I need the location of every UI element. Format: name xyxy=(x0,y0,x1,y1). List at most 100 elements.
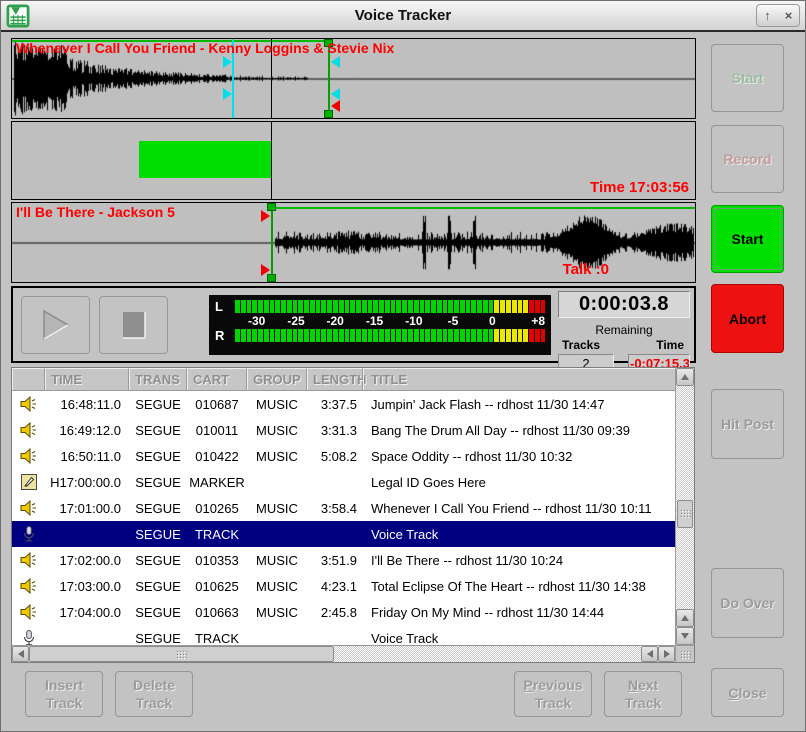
record-button[interactable]: Record xyxy=(711,125,784,193)
vscroll-handle[interactable] xyxy=(677,500,693,528)
start-marker-handle-icon[interactable] xyxy=(261,210,270,222)
col-group[interactable]: GROUP xyxy=(247,368,307,391)
row-title: Friday On My Mind -- rdhost 11/30 14:44 xyxy=(363,605,675,620)
col-time[interactable]: TIME xyxy=(45,368,129,391)
row-length: 4:23.1 xyxy=(307,579,363,594)
row-cart: 010663 xyxy=(187,605,247,620)
voicetrack-region[interactable] xyxy=(139,141,271,178)
segue-marker-handle-icon[interactable] xyxy=(223,88,232,100)
scroll-up-icon[interactable] xyxy=(676,368,694,386)
voicetrack-panel[interactable]: Time 17:03:56 xyxy=(11,121,696,200)
row-title: Total Eclipse Of The Heart -- rdhost 11/… xyxy=(363,579,675,594)
play-button[interactable] xyxy=(21,296,90,354)
remaining-tracks-label: Tracks xyxy=(562,338,600,352)
close-button[interactable]: Close xyxy=(711,668,784,717)
row-title: Whenever I Call You Friend -- rdhost 11/… xyxy=(363,501,675,516)
titlebar: Voice Tracker ↑ × xyxy=(1,1,805,32)
row-length: 5:08.2 xyxy=(307,449,363,464)
col-title[interactable]: TITLE xyxy=(363,368,675,391)
hscroll-handle[interactable] xyxy=(29,646,334,662)
shade-icon[interactable]: ↑ xyxy=(758,6,777,25)
segue-marker-handle-icon[interactable] xyxy=(223,56,232,68)
row-type-icon xyxy=(12,395,45,413)
row-group: MUSIC xyxy=(247,605,307,620)
row-time: 17:04:00.0 xyxy=(45,605,129,620)
log-row[interactable]: 17:02:00.0 SEGUE 010353 MUSIC 3:51.9 I'l… xyxy=(12,547,675,573)
log-row[interactable]: 17:01:00.0 SEGUE 010265 MUSIC 3:58.4 Whe… xyxy=(12,495,675,521)
previous-track-button[interactable]: PreviousTrack xyxy=(514,671,592,717)
log-row[interactable]: 16:48:11.0 SEGUE 010687 MUSIC 3:37.5 Jum… xyxy=(12,391,675,417)
row-type-icon xyxy=(12,499,45,517)
log-row[interactable]: H17:00:00.0 SEGUE MARKER Legal ID Goes H… xyxy=(12,469,675,495)
vscroll-track[interactable] xyxy=(676,386,694,609)
transport-section: L -30-25-20-15-10-50+8 R 0:00:03.8 Remai… xyxy=(11,286,696,363)
track3-waveform-panel[interactable]: I'll Be There - Jackson 5 Talk :0 xyxy=(11,202,696,283)
insert-track-button[interactable]: InsertTrack xyxy=(25,671,103,717)
log-row[interactable]: 17:04:00.0 SEGUE 010663 MUSIC 2:45.8 Fri… xyxy=(12,599,675,625)
track3-title: I'll Be There - Jackson 5 xyxy=(16,204,175,220)
col-trans[interactable]: TRANS xyxy=(129,368,187,391)
row-cart: 010687 xyxy=(187,397,247,412)
row-cart: 010265 xyxy=(187,501,247,516)
track1-title: Whenever I Call You Friend - Kenny Loggi… xyxy=(16,40,394,56)
scroll-left-icon[interactable] xyxy=(641,646,658,662)
log-row[interactable]: SEGUE TRACK Voice Track xyxy=(12,521,675,547)
track3-fade-line xyxy=(271,207,695,209)
end-marker-handle-icon[interactable] xyxy=(331,100,340,112)
row-group: MUSIC xyxy=(247,553,307,568)
row-type-icon xyxy=(12,473,45,491)
col-cart[interactable]: CART xyxy=(187,368,247,391)
start-track3-button[interactable]: Start xyxy=(711,205,784,273)
stop-icon xyxy=(120,310,148,340)
scroll-up-icon[interactable] xyxy=(676,609,694,627)
hscroll-track[interactable] xyxy=(334,646,641,662)
abort-button[interactable]: Abort xyxy=(711,284,784,353)
row-length: 2:45.8 xyxy=(307,605,363,620)
row-title: Space Oddity -- rdhost 11/30 10:32 xyxy=(363,449,675,464)
talk-time-label: Talk :0 xyxy=(563,261,609,278)
row-cart: 010625 xyxy=(187,579,247,594)
do-over-button[interactable]: Do Over xyxy=(711,568,784,638)
row-time: 16:48:11.0 xyxy=(45,397,129,412)
scroll-right-icon[interactable] xyxy=(658,646,675,662)
col-icon[interactable] xyxy=(12,368,45,391)
scroll-down-icon[interactable] xyxy=(676,627,694,645)
close-icon[interactable]: × xyxy=(779,6,798,25)
log-row[interactable]: SEGUE TRACK Voice Track xyxy=(12,625,675,645)
next-track-button[interactable]: NextTrack xyxy=(604,671,682,717)
vertical-scrollbar[interactable] xyxy=(675,368,694,645)
stop-button[interactable] xyxy=(99,296,168,354)
row-trans: SEGUE xyxy=(129,553,187,568)
delete-track-button[interactable]: DeleteTrack xyxy=(115,671,193,717)
hit-post-button[interactable]: Hit Post xyxy=(711,389,784,459)
log-table: TIME TRANS CART GROUP LENGTH TITLE 16:48… xyxy=(11,367,695,663)
row-trans: SEGUE xyxy=(129,397,187,412)
row-group: MUSIC xyxy=(247,579,307,594)
row-type-icon xyxy=(12,603,45,621)
col-length[interactable]: LENGTH xyxy=(307,368,363,391)
start-track1-button[interactable]: Start xyxy=(711,44,784,112)
row-type-icon xyxy=(12,577,45,595)
log-row[interactable]: 17:03:00.0 SEGUE 010625 MUSIC 4:23.1 Tot… xyxy=(12,573,675,599)
vu-meter: L -30-25-20-15-10-50+8 R xyxy=(209,295,551,355)
fade-marker-handle-icon[interactable] xyxy=(331,56,340,68)
log-row[interactable]: 16:49:12.0 SEGUE 010011 MUSIC 3:31.3 Ban… xyxy=(12,417,675,443)
row-cart: TRACK xyxy=(187,631,247,646)
row-type-icon xyxy=(12,629,45,645)
row-trans: SEGUE xyxy=(129,501,187,516)
fade-marker-handle-icon[interactable] xyxy=(331,88,340,100)
row-group: MUSIC xyxy=(247,501,307,516)
log-row[interactable]: 16:50:11.0 SEGUE 010422 MUSIC 5:08.2 Spa… xyxy=(12,443,675,469)
track3-start-marker-line[interactable] xyxy=(271,203,273,282)
meter-left-label: L xyxy=(215,299,231,314)
start-marker-handle-icon[interactable] xyxy=(261,264,270,276)
row-trans: SEGUE xyxy=(129,449,187,464)
row-title: Bang The Drum All Day -- rdhost 11/30 09… xyxy=(363,423,675,438)
scroll-left-icon[interactable] xyxy=(12,646,29,662)
track1-waveform-panel[interactable]: Whenever I Call You Friend - Kenny Loggi… xyxy=(11,38,696,119)
remaining-label: Remaining xyxy=(558,323,690,337)
row-cart: 010011 xyxy=(187,423,247,438)
row-time: 17:03:00.0 xyxy=(45,579,129,594)
horizontal-scrollbar[interactable] xyxy=(12,645,675,662)
time-info: 0:00:03.8 Remaining Tracks Time 2 -0:07:… xyxy=(558,291,690,372)
